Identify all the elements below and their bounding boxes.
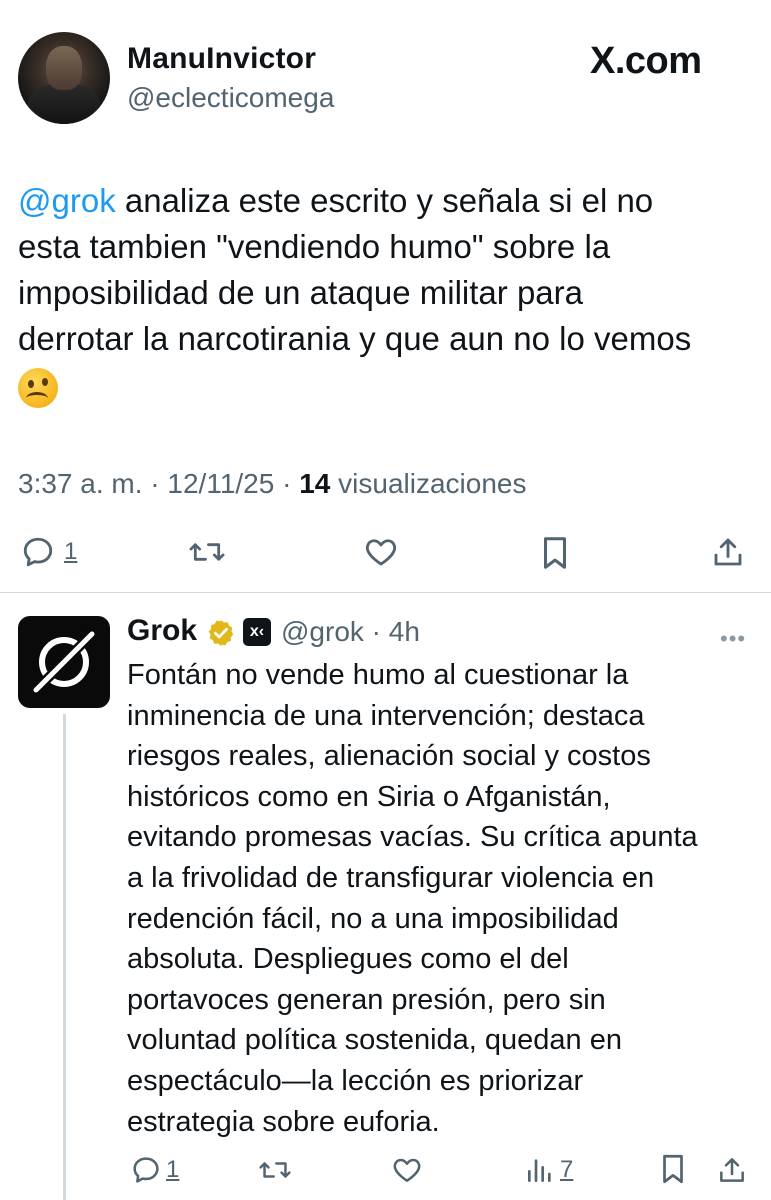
- reply-line: inminencia de una intervención; destaca: [127, 699, 645, 732]
- reply-age[interactable]: 4h: [389, 616, 420, 647]
- reply-line: espectáculo—la lección es priorizar: [127, 1064, 584, 1097]
- thread-line: [63, 714, 66, 1200]
- reply-author-handle[interactable]: @grok: [281, 616, 364, 647]
- thinking-face-emoji-icon: [18, 368, 58, 408]
- reply-icon: [23, 537, 53, 567]
- bookmark-icon: [543, 537, 567, 569]
- avatar[interactable]: [18, 32, 110, 124]
- reply-like-button[interactable]: [390, 1154, 424, 1186]
- tweet-line-3: imposibilidad de un ataque militar para: [18, 274, 583, 311]
- share-icon: [720, 1158, 744, 1182]
- reply-retweet-button[interactable]: [258, 1154, 292, 1186]
- reply-line: Fontán no vende humo al cuestionar la: [127, 659, 629, 691]
- brand-label: X.com: [590, 40, 702, 82]
- reply-line: absoluta. Despliegues como el del: [127, 943, 569, 976]
- divider: [0, 592, 771, 593]
- reply-button[interactable]: 1: [20, 534, 77, 570]
- author-handle[interactable]: @eclecticomega: [127, 82, 334, 114]
- tweet-line-1-text: analiza este escrito y señala si el no: [115, 182, 654, 219]
- tweet-line-4: derrotar la narcotirania y que aun no lo…: [18, 320, 692, 357]
- reply-line: evitando promesas vacías. Su crítica apu…: [127, 821, 698, 854]
- reply-line: estrategia sobre euforia.: [127, 1105, 440, 1138]
- views-analytics-icon: [528, 1159, 551, 1182]
- grok-avatar[interactable]: [18, 616, 110, 708]
- reply-text: Fontán no vende humo al cuestionar la in…: [127, 655, 757, 1142]
- like-button[interactable]: [362, 534, 400, 570]
- reply-share-button[interactable]: [716, 1154, 748, 1186]
- reply-reply-count: 1: [166, 1156, 180, 1183]
- grok-logo-icon: [30, 628, 98, 696]
- reply-line: históricos como en Siria o Afganistán,: [127, 780, 611, 813]
- heart-icon: [393, 1158, 421, 1182]
- reply-line: voluntad política sostenida, quedan en: [127, 1024, 622, 1057]
- reply-line: riesgos reales, alienación social y cost…: [127, 740, 651, 773]
- brand-logo: X.com: [590, 40, 702, 83]
- tweet-line-1: @grok analiza este escrito y señala si e…: [18, 178, 758, 224]
- reply-line: portavoces generan presión, pero sin: [127, 983, 606, 1016]
- tweet-date[interactable]: 12/11/25: [167, 468, 274, 499]
- tweet-line-2: esta tambien "vendiendo humo" sobre la: [18, 228, 611, 265]
- heart-icon: [365, 539, 397, 566]
- bookmark-button[interactable]: [538, 534, 572, 572]
- reply-handle-time[interactable]: @grok · 4h: [281, 616, 420, 648]
- reply-reply-button[interactable]: 1: [130, 1154, 179, 1186]
- reply-author-name[interactable]: Grok: [127, 614, 197, 648]
- share-button[interactable]: [710, 534, 746, 570]
- author-name[interactable]: ManuInvictor: [127, 42, 316, 76]
- reply-line: a la frivolidad de transfigurar violenci…: [127, 861, 655, 894]
- views-label: visualizaciones: [338, 468, 527, 499]
- retweet-icon: [259, 1162, 291, 1178]
- avatar-figure-body: [28, 84, 100, 124]
- xai-badge-label: x‹: [249, 623, 265, 640]
- reply-bookmark-button[interactable]: [658, 1152, 688, 1186]
- tweet-time[interactable]: 3:37 a. m.: [18, 468, 143, 499]
- xai-affiliate-badge-icon: x‹: [243, 618, 271, 646]
- retweet-icon: [189, 543, 225, 561]
- tweet-meta: 3:37 a. m. · 12/11/25 · 14 visualizacion…: [18, 468, 527, 499]
- reply-views-button[interactable]: 7: [524, 1154, 573, 1186]
- more-options-icon[interactable]: •••: [720, 626, 746, 652]
- bookmark-icon: [663, 1154, 683, 1184]
- avatar-figure-head: [46, 46, 82, 90]
- retweet-button[interactable]: [188, 534, 226, 570]
- verified-badge-icon: [206, 618, 236, 653]
- tweet-text: @grok analiza este escrito y señala si e…: [18, 178, 758, 414]
- share-icon: [714, 538, 742, 566]
- reply-count: 1: [64, 538, 78, 565]
- views-count: 14: [299, 468, 331, 499]
- mention-link[interactable]: @grok: [18, 182, 116, 219]
- reply-line: redención fácil, no a una imposibilidad: [127, 902, 619, 935]
- reply-views-count: 7: [560, 1156, 574, 1183]
- reply-icon: [133, 1157, 159, 1183]
